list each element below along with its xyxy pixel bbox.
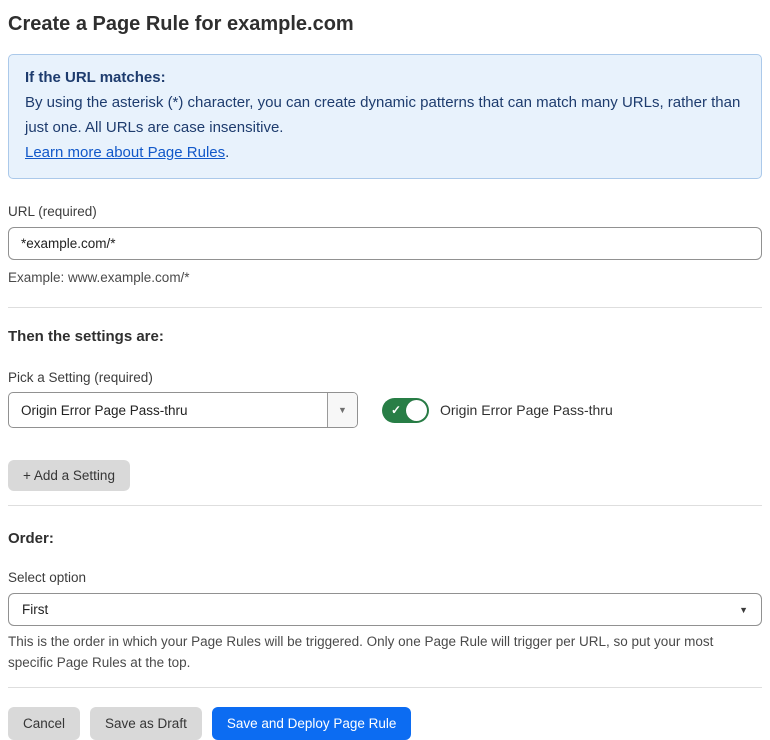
order-select[interactable]: First ▼ <box>8 593 762 626</box>
settings-heading: Then the settings are: <box>8 328 164 345</box>
pick-setting-label: Pick a Setting (required) <box>8 370 153 385</box>
footer-actions: Cancel Save as Draft Save and Deploy Pag… <box>8 707 762 740</box>
order-select-label: Select option <box>8 570 87 585</box>
info-box-body: By using the asterisk (*) character, you… <box>25 94 741 136</box>
save-draft-button[interactable]: Save as Draft <box>90 707 202 740</box>
divider <box>8 307 762 308</box>
url-match-info-box: If the URL matches: By using the asteris… <box>8 54 762 179</box>
setting-row: Origin Error Page Pass-thru ▼ ✓ Origin E… <box>8 392 762 428</box>
page-title: Create a Page Rule for example.com <box>8 13 354 35</box>
add-setting-button[interactable]: + Add a Setting <box>8 460 130 491</box>
save-deploy-button[interactable]: Save and Deploy Page Rule <box>211 707 412 740</box>
setting-toggle-label: Origin Error Page Pass-thru <box>440 402 613 418</box>
chevron-down-icon: ▼ <box>739 604 748 615</box>
url-input[interactable] <box>8 227 762 260</box>
url-label: URL (required) <box>8 204 97 219</box>
chevron-down-icon[interactable]: ▼ <box>327 393 357 427</box>
link-period: . <box>225 144 230 161</box>
check-icon: ✓ <box>391 403 402 417</box>
url-example-hint: Example: www.example.com/* <box>8 270 190 285</box>
setting-toggle[interactable]: ✓ <box>382 397 429 423</box>
cancel-button[interactable]: Cancel <box>8 707 81 740</box>
info-box-heading: If the URL matches: <box>25 69 166 86</box>
setting-select-value: Origin Error Page Pass-thru <box>21 402 188 418</box>
create-page-rule-form: Create a Page Rule for example.com If th… <box>8 10 762 740</box>
toggle-knob <box>406 399 427 421</box>
setting-select[interactable]: Origin Error Page Pass-thru ▼ <box>8 392 358 428</box>
learn-more-link[interactable]: Learn more about Page Rules <box>25 144 225 161</box>
order-heading: Order: <box>8 530 54 547</box>
order-select-value: First <box>22 602 49 617</box>
info-box-link-line: Learn more about Page Rules. <box>25 140 745 165</box>
divider <box>8 505 762 506</box>
order-help-text: This is the order in which your Page Rul… <box>8 634 714 670</box>
divider <box>8 687 762 688</box>
